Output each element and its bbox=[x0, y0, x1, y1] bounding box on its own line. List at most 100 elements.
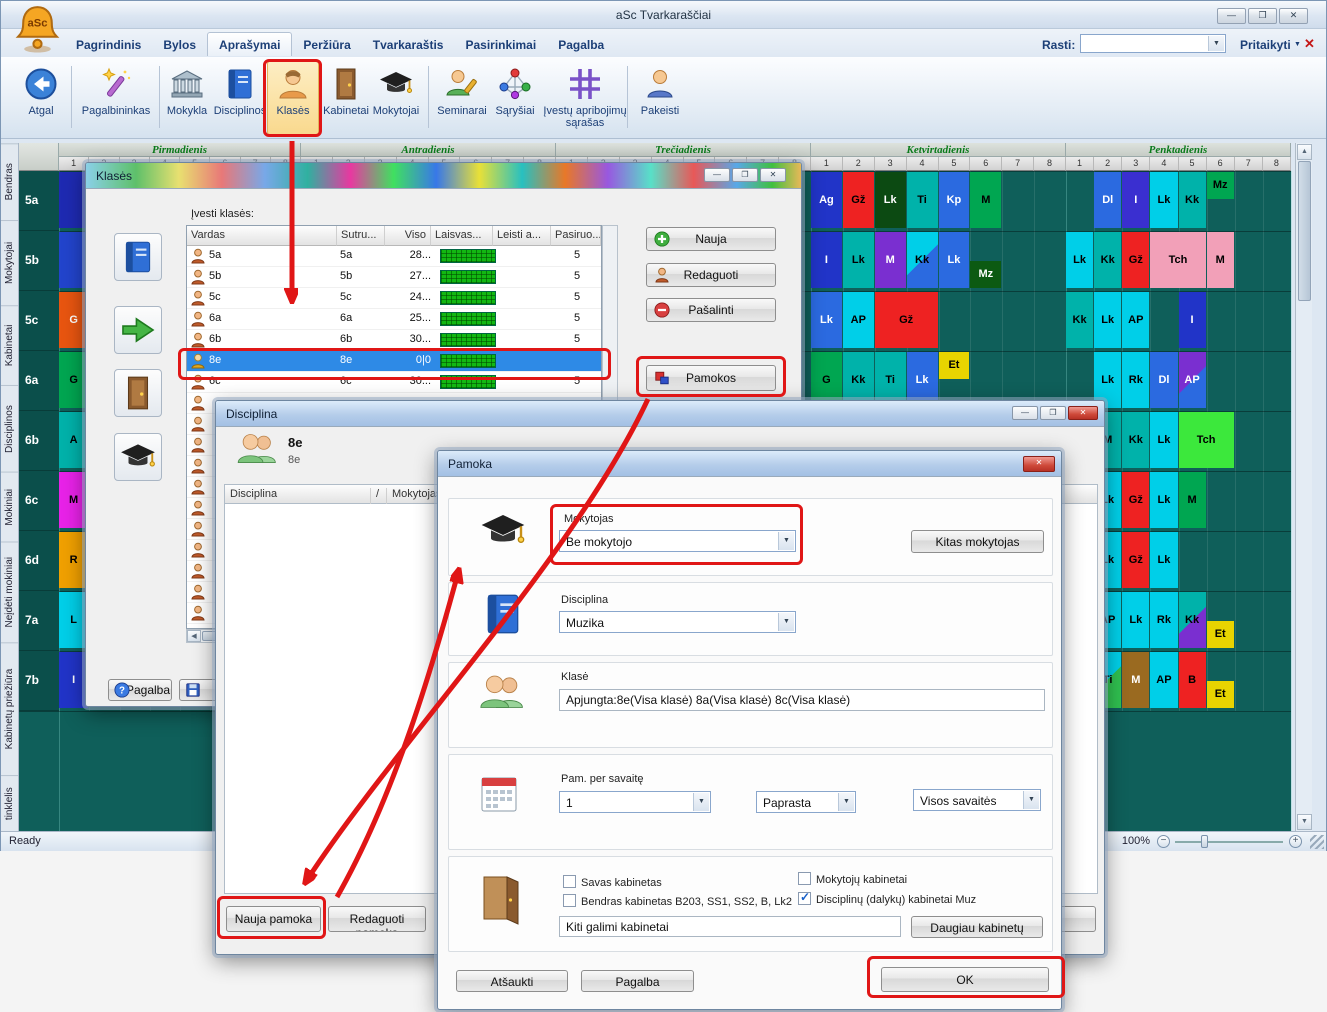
side-tab-ne-d-ti-mokiniai[interactable]: Neįdėti mokiniai bbox=[1, 541, 18, 641]
lesson-cell[interactable]: Lk bbox=[1150, 412, 1177, 468]
lesson-cell[interactable]: Dl bbox=[1094, 172, 1121, 228]
toolbar-button-atgal[interactable]: Atgal bbox=[17, 61, 65, 135]
minimize-button[interactable]: — bbox=[1217, 8, 1246, 24]
lesson-cell[interactable]: Tch bbox=[1179, 412, 1234, 468]
lesson-cell[interactable]: G bbox=[59, 292, 88, 348]
apply-close-icon[interactable]: ✕ bbox=[1304, 36, 1315, 52]
row-label-7a[interactable]: 7a bbox=[19, 591, 59, 651]
lesson-cell[interactable]: M bbox=[1122, 652, 1149, 708]
class-row-5c[interactable]: 5c5c24...5 bbox=[187, 288, 601, 309]
lesson-cell[interactable]: Dl bbox=[1150, 352, 1177, 408]
lesson-cell[interactable]: Gž bbox=[875, 292, 938, 348]
lesson-cell[interactable]: M bbox=[875, 232, 906, 288]
apply-dropdown-icon[interactable]: ▼ bbox=[1294, 41, 1301, 48]
dropdown-arrow-icon[interactable]: ▼ bbox=[1208, 36, 1224, 51]
lesson-cell[interactable]: Rk bbox=[1150, 592, 1177, 648]
close-button[interactable]: ✕ bbox=[1023, 456, 1055, 472]
dropdown-arrow-icon[interactable]: ▼ bbox=[778, 613, 794, 631]
toolbar-button-vest-apribojim-s-ra-as[interactable]: Įvestų apribojimų sąrašas bbox=[541, 61, 629, 135]
side-tab-disciplinos[interactable]: Disciplinos bbox=[1, 385, 18, 472]
side-tab-kabinet-prie-i-ra[interactable]: Kabinetų priežiūra bbox=[1, 642, 18, 775]
minimize-button[interactable]: — bbox=[1012, 406, 1038, 420]
side-tab-kabinetai[interactable]: Kabinetai bbox=[1, 305, 18, 384]
timetable-vertical-scrollbar[interactable]: ▲ ▼ bbox=[1295, 143, 1312, 831]
close-button[interactable]: ✕ bbox=[1068, 406, 1098, 420]
lesson-cell[interactable]: M bbox=[1207, 232, 1234, 288]
dropdown-arrow-icon[interactable]: ▼ bbox=[693, 793, 709, 811]
lesson-cell[interactable] bbox=[59, 172, 88, 228]
lesson-cell[interactable]: Gž bbox=[843, 172, 874, 228]
toolbar-button-s-ry-iai[interactable]: Sąryšiai bbox=[491, 61, 539, 135]
toolbar-button-mokytojai[interactable]: Mokytojai bbox=[370, 61, 422, 135]
lesson-cell[interactable]: AP bbox=[1179, 352, 1206, 408]
zoom-slider-track[interactable] bbox=[1175, 841, 1283, 843]
lesson-cell[interactable]: Kk bbox=[1179, 592, 1206, 648]
lesson-cell[interactable]: Kk bbox=[907, 232, 938, 288]
column-header-viso[interactable]: Viso bbox=[385, 226, 431, 246]
menu-tab-per-i-ra[interactable]: Peržiūra bbox=[292, 33, 361, 56]
column-header-vardas[interactable]: Vardas bbox=[187, 226, 337, 246]
lesson-cell[interactable]: Kk bbox=[1066, 292, 1093, 348]
lesson-cell[interactable]: Lk bbox=[811, 292, 842, 348]
row-label-6a[interactable]: 6a bbox=[19, 351, 59, 411]
teacher-select[interactable]: Be mokytojo▼ bbox=[559, 530, 796, 552]
row-label-6b[interactable]: 6b bbox=[19, 411, 59, 471]
menu-tab-pasirinkimai[interactable]: Pasirinkimai bbox=[454, 33, 547, 56]
other-rooms-field[interactable]: Kiti galimi kabinetai bbox=[559, 916, 901, 937]
toolbar-button-klas-s[interactable]: Klasės bbox=[267, 61, 319, 135]
lesson-cell[interactable]: Ti bbox=[907, 172, 938, 228]
lesson-type-select[interactable]: Paprasta▼ bbox=[756, 791, 856, 813]
lesson-cell[interactable] bbox=[59, 232, 88, 288]
toolbar-button-pagalbininkas[interactable]: Pagalbininkas bbox=[77, 61, 155, 135]
apply-button[interactable]: Pritaikyti bbox=[1240, 38, 1291, 52]
lesson-cell[interactable]: Kk bbox=[1179, 172, 1206, 228]
menu-tab-pagalba[interactable]: Pagalba bbox=[547, 33, 615, 56]
menu-tab-apra-ymai[interactable]: Aprašymai bbox=[207, 32, 292, 56]
menu-tab-bylos[interactable]: Bylos bbox=[152, 33, 207, 56]
class-row-6b[interactable]: 6b6b30...5 bbox=[187, 330, 601, 351]
column-header-laisvas[interactable]: Laisvas... bbox=[431, 226, 493, 246]
edit-class-button[interactable]: Redaguoti bbox=[646, 263, 776, 287]
title-bar[interactable]: aSc Tvarkaraščiai — ❐ ✕ bbox=[1, 1, 1326, 29]
ok-button[interactable]: OK bbox=[881, 967, 1049, 992]
zoom-slider-thumb[interactable] bbox=[1201, 835, 1208, 848]
toolbar-button-mokykla[interactable]: Mokykla bbox=[164, 61, 210, 135]
lesson-cell[interactable]: Kk bbox=[1094, 232, 1121, 288]
toolbar-button-kabinetai[interactable]: Kabinetai bbox=[321, 61, 371, 135]
column-header-pasiruo[interactable]: Pasiruo... bbox=[551, 226, 601, 246]
row-label-5c[interactable]: 5c bbox=[19, 291, 59, 351]
scroll-left-icon[interactable]: ◀ bbox=[187, 630, 201, 642]
teachers-rooms-checkbox[interactable]: Mokytojų kabinetai bbox=[798, 872, 907, 886]
lesson-cell[interactable]: Kp bbox=[939, 172, 970, 228]
lesson-cell[interactable]: L bbox=[59, 592, 88, 648]
toolbar-button-pakeisti[interactable]: Pakeisti bbox=[633, 61, 687, 135]
cancel-button[interactable]: Atšaukti bbox=[456, 970, 568, 992]
zoom-in-icon[interactable]: + bbox=[1289, 835, 1302, 848]
lesson-cell[interactable]: Lk bbox=[1150, 472, 1177, 528]
toolbar-button-disciplinos[interactable]: Disciplinos bbox=[213, 61, 267, 135]
lesson-cell[interactable]: Gž bbox=[1122, 532, 1149, 588]
row-label-5a[interactable]: 5a bbox=[19, 171, 59, 231]
teachers-gradcap-icon[interactable] bbox=[114, 433, 162, 481]
lesson-cell[interactable]: A bbox=[59, 412, 88, 468]
lesson-cell[interactable]: B bbox=[1179, 652, 1206, 708]
new-lesson-button[interactable]: Nauja pamoka bbox=[226, 906, 321, 932]
lesson-cell[interactable]: M bbox=[59, 472, 88, 528]
dropdown-arrow-icon[interactable]: ▼ bbox=[778, 532, 794, 550]
class-row-6c[interactable]: 6c6c30...5 bbox=[187, 372, 601, 393]
scroll-up-icon[interactable]: ▲ bbox=[1297, 144, 1312, 160]
subject-rooms-checkbox[interactable]: Disciplinų (dalykų) kabinetai Muz bbox=[798, 892, 976, 906]
lesson-cell[interactable]: Lk bbox=[939, 232, 970, 288]
side-tab-mokytojai[interactable]: Mokytojai bbox=[1, 220, 18, 305]
side-tab-tinklelis[interactable]: tinklelis bbox=[1, 775, 18, 831]
column-header-disciplina[interactable]: Disciplina bbox=[225, 488, 371, 504]
more-rooms-button[interactable]: Daugiau kabinetų bbox=[911, 916, 1043, 938]
side-tab-bendras[interactable]: Bendras bbox=[1, 143, 18, 220]
lesson-cell[interactable]: Mz bbox=[970, 261, 1001, 288]
own-room-checkbox[interactable]: Savas kabinetas bbox=[563, 875, 662, 889]
pamoka-titlebar[interactable]: Pamoka ✕ bbox=[438, 451, 1061, 477]
lesson-cell[interactable]: Lk bbox=[1122, 592, 1149, 648]
weeks-select[interactable]: Visos savaitės▼ bbox=[913, 789, 1041, 811]
lesson-cell[interactable]: Lk bbox=[875, 172, 906, 228]
lesson-cell[interactable]: I bbox=[59, 652, 88, 708]
